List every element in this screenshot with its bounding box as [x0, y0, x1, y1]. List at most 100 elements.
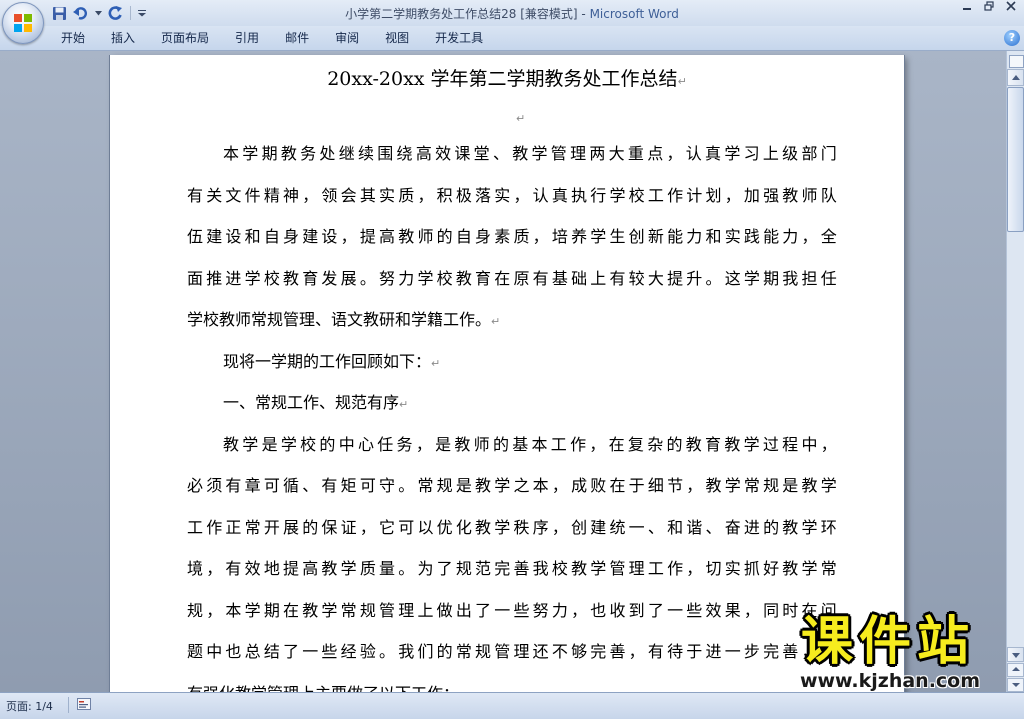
document-char: 规: [455, 559, 472, 578]
document-char: 上: [417, 600, 434, 620]
document-char: ，: [571, 600, 588, 620]
document-char: 创: [628, 227, 645, 246]
document-char: 师: [473, 434, 490, 454]
document-char: 力: [686, 227, 703, 246]
document-char: 教: [398, 227, 415, 246]
document-char: 身: [283, 227, 300, 246]
tab-review[interactable]: 审阅: [322, 26, 372, 50]
minimize-icon[interactable]: [956, 1, 978, 15]
restore-icon[interactable]: [978, 1, 1000, 15]
document-char: 常: [820, 559, 837, 578]
document-char: 谐: [686, 517, 703, 537]
document-char: 质: [398, 185, 415, 205]
document-char: 任: [820, 268, 837, 288]
document-char: 认: [532, 185, 549, 205]
document-char: 学: [590, 227, 607, 246]
vertical-scrollbar[interactable]: [1006, 51, 1024, 692]
document-char: 经: [340, 642, 357, 661]
document-char: 量: [379, 559, 396, 578]
scroll-up-button[interactable]: [1007, 69, 1024, 86]
document-char: ，: [724, 185, 741, 205]
scroll-track[interactable]: [1007, 232, 1024, 692]
document-char: 学: [244, 268, 261, 288]
document-char: 教: [782, 559, 799, 578]
document-char: 建: [206, 227, 223, 246]
document-char: 在: [608, 434, 625, 454]
document-char: 管: [379, 600, 396, 620]
help-button[interactable]: ?: [1004, 30, 1020, 46]
document-char: 建: [302, 227, 319, 246]
document-char: 。: [705, 268, 722, 288]
document-title: 20xx-20xx 学年第二学期教务处工作总结↵: [110, 64, 904, 91]
document-char: 校: [300, 434, 317, 454]
document-char: 作: [206, 517, 223, 537]
document-char: 任: [377, 434, 394, 454]
tab-mailings[interactable]: 邮件: [272, 26, 322, 50]
document-line: 伍建设和自身建设，提高教师的自身素质，培养学生创新能力和实践能力，全: [187, 226, 837, 268]
document-char: 章: [244, 476, 261, 495]
document-page[interactable]: 20xx-20xx 学年第二学期教务处工作总结↵ ↵ 本学期教务处继续围绕高效课…: [110, 55, 904, 692]
document-char: 这: [724, 268, 741, 288]
next-page-button[interactable]: [1007, 678, 1024, 692]
document-char: 规: [187, 600, 204, 620]
document-char: 师: [417, 227, 434, 246]
document-char: 文: [225, 185, 242, 205]
tab-page-layout[interactable]: 页面布局: [148, 26, 222, 50]
document-char: 管: [494, 642, 511, 661]
document-char: 节: [667, 476, 684, 495]
close-icon[interactable]: [1000, 1, 1022, 15]
document-char: 升: [686, 268, 703, 288]
document-char: 有: [532, 268, 549, 288]
document-char: 开: [263, 517, 280, 537]
document-char: 全: [820, 227, 837, 246]
document-body: 本学期教务处继续围绕高效课堂、教学管理两大重点，认真学习上级部门有关文件精神，领…: [187, 143, 837, 692]
document-char: 教: [801, 476, 818, 495]
document-char: 精: [263, 185, 280, 205]
proofing-icon[interactable]: [77, 698, 91, 710]
tab-references[interactable]: 引用: [222, 26, 272, 50]
document-char: 以: [417, 517, 434, 537]
document-line-text: 现将一学期的工作回顾如下：: [223, 351, 432, 371]
document-char: 范: [475, 559, 492, 578]
paragraph-mark: ↵: [516, 112, 526, 125]
document-char: 育: [302, 268, 319, 288]
document-char: 学: [242, 144, 259, 163]
tab-insert[interactable]: 插入: [98, 26, 148, 50]
document-char: 发: [321, 268, 338, 288]
tab-view[interactable]: 视图: [372, 26, 422, 50]
office-button[interactable]: [2, 2, 44, 44]
document-char: 到: [628, 600, 645, 620]
document-char: 部: [801, 144, 818, 163]
scroll-thumb[interactable]: [1007, 87, 1024, 232]
document-char: 培: [551, 227, 568, 246]
scroll-down-button[interactable]: [1007, 647, 1024, 662]
document-char: 神: [283, 185, 300, 205]
document-char: 教: [321, 559, 338, 578]
document-char: 教: [724, 434, 741, 454]
document-char: 和: [667, 517, 684, 537]
document-char: 建: [590, 517, 607, 537]
ruler-toggle-icon[interactable]: [1009, 55, 1024, 68]
document-char: 的: [319, 434, 336, 454]
document-char: 理: [628, 559, 645, 578]
document-char: 行: [590, 185, 607, 205]
document-char: 实: [494, 185, 511, 205]
document-char: 育: [475, 268, 492, 288]
document-char: 关: [206, 185, 223, 205]
document-char: 一: [667, 600, 684, 620]
document-char: 学: [494, 517, 511, 537]
document-char: 在: [283, 600, 300, 620]
document-char: 总: [244, 642, 261, 661]
document-char: 展: [340, 268, 357, 288]
document-line-text: 一、常规工作、规范有序: [223, 393, 400, 412]
document-char: 教: [455, 268, 472, 288]
document-char: 在: [494, 268, 511, 288]
document-char: 推: [206, 268, 223, 288]
document-char: 循: [283, 476, 300, 495]
document-char: 管: [550, 144, 567, 163]
document-char: 够: [571, 642, 588, 661]
previous-page-button[interactable]: [1007, 663, 1024, 677]
tab-home[interactable]: 开始: [48, 26, 98, 50]
page-count-status[interactable]: 页面: 1/4: [6, 698, 53, 714]
tab-developer[interactable]: 开发工具: [422, 26, 496, 50]
